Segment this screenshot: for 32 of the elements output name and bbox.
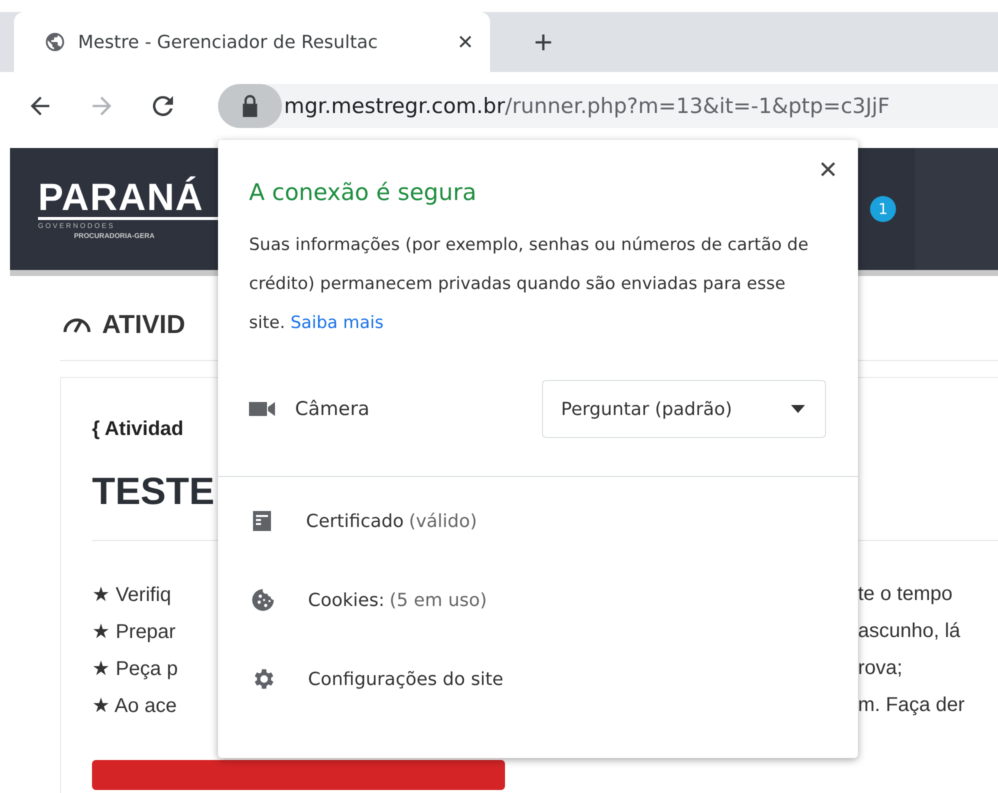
popup-title: A conexão é segura (249, 180, 478, 206)
site-info-button[interactable] (218, 84, 282, 128)
globe-icon (44, 31, 66, 53)
instruction-text: ascunho, lá (858, 620, 962, 642)
caret-icon (791, 405, 805, 413)
popup-menu-item[interactable]: Certificado (válido) (250, 503, 858, 539)
close-button[interactable]: ✕ (818, 156, 838, 185)
video-camera-icon (249, 400, 275, 418)
new-tab-button[interactable]: + (526, 12, 561, 72)
cookie-icon (250, 587, 276, 613)
learn-more-link[interactable]: Saiba mais (290, 313, 384, 333)
instruction-text: rova; (858, 656, 904, 680)
card-title: TESTE (92, 471, 216, 514)
certificate-icon (250, 509, 274, 533)
permission-select[interactable]: Perguntar (padrão) (542, 380, 826, 438)
instruction-text: m. Faça der (858, 694, 966, 716)
instruction-text: ★ Peça p (92, 656, 179, 680)
page-heading: ATIVID (102, 308, 186, 340)
notification-badge: 1 (870, 196, 896, 222)
instruction-text: ★ Prepar (92, 620, 177, 644)
close-tab-button[interactable]: ✕ (457, 30, 474, 54)
popup-menu-item[interactable]: Configurações do site (250, 661, 858, 697)
browser-tab[interactable]: Mestre - Gerenciador de Resultac ✕ (14, 12, 490, 72)
instruction-text: ★ Verifiq (92, 582, 172, 606)
permission-label: Câmera (295, 398, 371, 420)
popup-menu-item[interactable]: Cookies: (5 em uso) (250, 582, 858, 618)
lock-icon (241, 95, 259, 117)
instruction-text: ★ Ao ace (92, 694, 178, 718)
tab-title: Mestre - Gerenciador de Resultac (78, 32, 379, 52)
instruction-text: te o tempo (858, 582, 954, 606)
security-description: Suas informações (por exemplo, senhas ou números de cartão de crédito) permanecem privadas quando são enviadas para esse site. Saiba mais (249, 234, 809, 335)
card-label: { Atividad (92, 418, 184, 441)
